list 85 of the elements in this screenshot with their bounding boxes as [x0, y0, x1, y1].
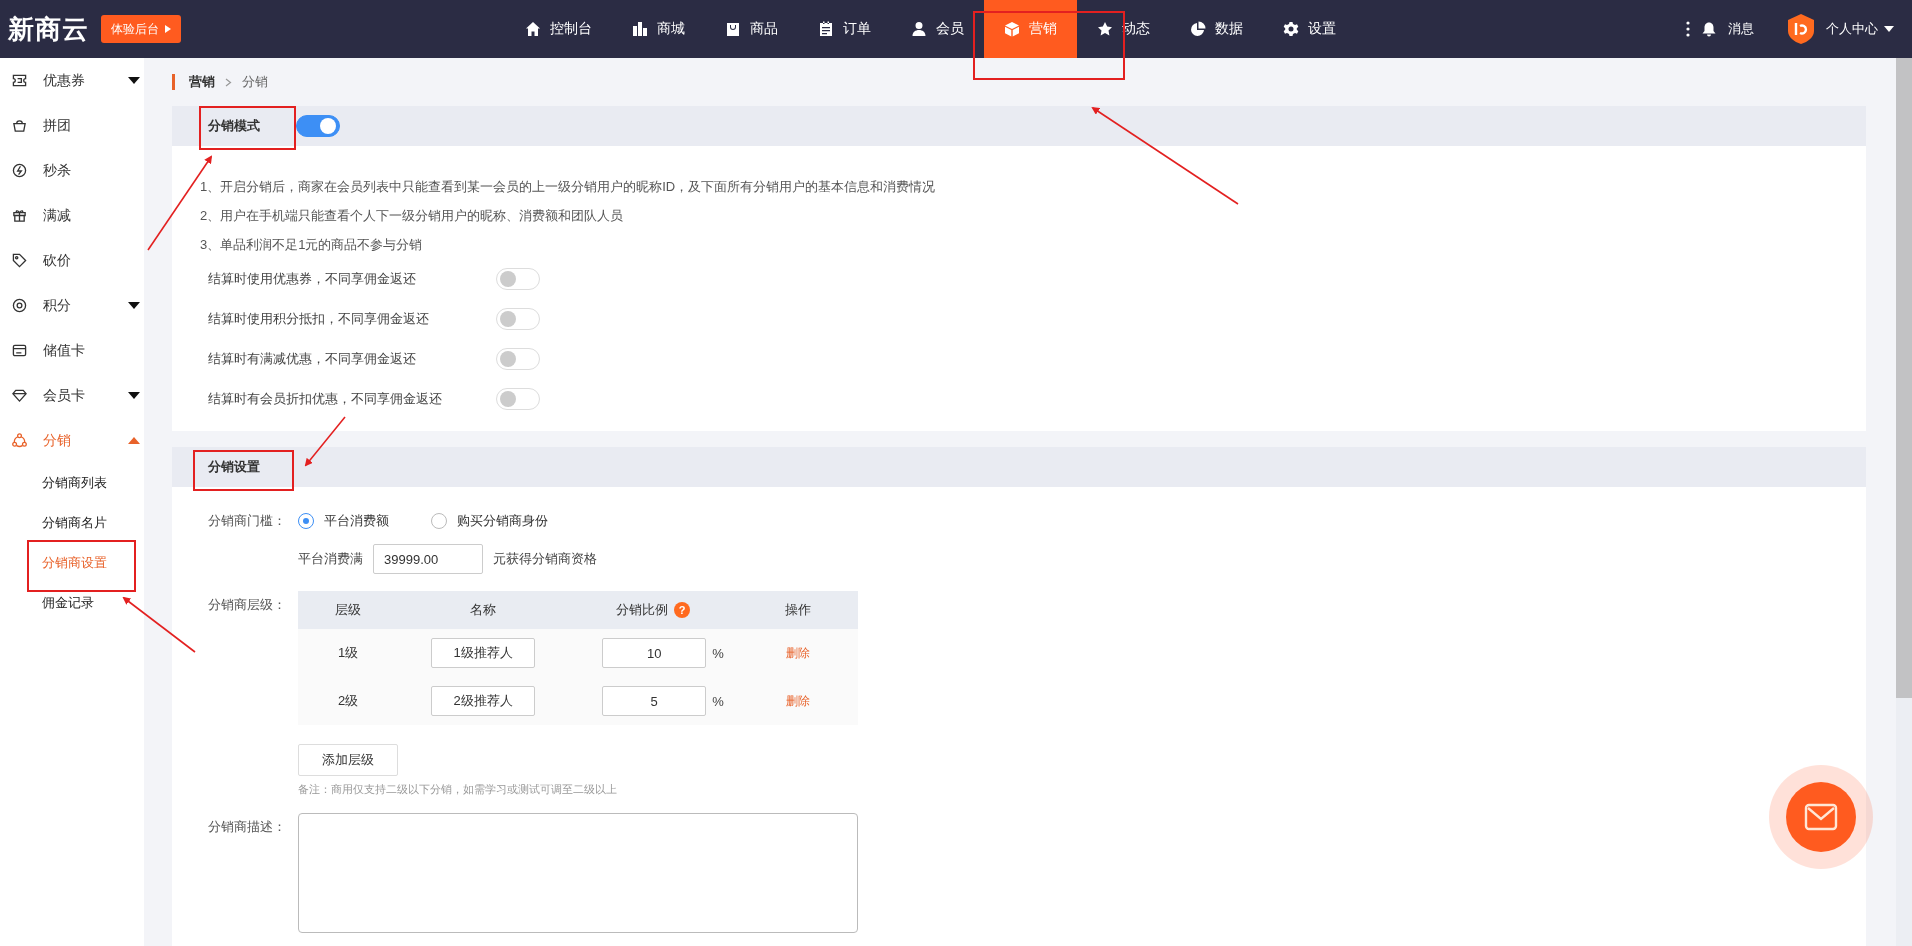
name-input[interactable]: 2级推荐人: [431, 686, 535, 716]
box-icon: [1004, 21, 1020, 37]
unit-label: %: [712, 645, 724, 661]
amount-input[interactable]: 39999.00: [373, 544, 483, 574]
bell-icon[interactable]: [1702, 21, 1716, 37]
sidebar-item[interactable]: 优惠券: [0, 58, 144, 103]
table-cell: 2级: [337, 692, 359, 710]
breadcrumb-separator: [225, 77, 232, 87]
nav-tab[interactable]: 会员: [891, 0, 984, 58]
nav-tab[interactable]: 控制台: [505, 0, 612, 58]
sidebar-subitem[interactable]: 分销商列表: [0, 463, 144, 503]
sidebar-subitem[interactable]: 分销商设置: [0, 543, 144, 583]
option-label: 结算时使用优惠券，不同享佣金返还: [208, 270, 417, 288]
sidebar-item[interactable]: 秒杀: [0, 148, 144, 193]
section-title: 分销模式: [208, 117, 260, 135]
column-header: 名称: [470, 601, 496, 619]
column-header: 分销比例: [616, 601, 668, 619]
annotation-arrow: [304, 416, 346, 467]
doc-icon: [818, 21, 834, 37]
sidebar-item[interactable]: 分销: [0, 418, 144, 463]
option-label: 结算时使用积分抵扣，不同享佣金返还: [208, 310, 430, 328]
ratio-input[interactable]: 10: [602, 638, 707, 668]
basket-icon: [12, 118, 27, 133]
nav-tab[interactable]: 数据: [1170, 0, 1263, 58]
caret-icon: [1884, 26, 1894, 32]
ratio-input[interactable]: 5: [602, 686, 707, 716]
share-icon: [12, 433, 27, 448]
radio-option[interactable]: 平台消费额: [298, 512, 389, 530]
nav-tab[interactable]: 设置: [1263, 0, 1356, 58]
shop-icon: [632, 21, 648, 37]
sidebar-subitem[interactable]: 佣金记录: [0, 583, 144, 623]
add-level-button[interactable]: 添加层级: [298, 744, 398, 776]
description-textarea[interactable]: [298, 813, 858, 933]
toggle-switch[interactable]: [296, 115, 340, 137]
unit-label: %: [712, 693, 724, 709]
star-icon: [1097, 21, 1113, 37]
logo[interactable]: 新商云: [8, 11, 89, 47]
breadcrumb-link[interactable]: 分销: [242, 73, 268, 91]
user-center-menu[interactable]: 个人中心: [1826, 20, 1894, 38]
ticket-icon: [12, 73, 27, 88]
sidebar-item[interactable]: 砍价: [0, 238, 144, 283]
hint-text: 备注：商用仅支持二级以下分销，如需学习或测试可调至二级以上: [298, 782, 618, 797]
option-label: 结算时有满减优惠，不同享佣金返还: [208, 350, 417, 368]
breadcrumb-link[interactable]: 营销: [189, 73, 215, 91]
option-label: 结算时有会员折扣优惠，不同享佣金返还: [208, 390, 443, 408]
tag-icon: [12, 253, 27, 268]
column-header: 操作: [785, 601, 811, 619]
radio-option[interactable]: 购买分销商身份: [431, 512, 548, 530]
column-header: 层级: [335, 601, 361, 619]
info-text: 1、开启分销后，商家在会员列表中只能查看到某一会员的上一级分销用户的昵称ID，及下面所有分销用户的基本信息和消费情况: [200, 178, 937, 196]
sidebar-subitem[interactable]: 分销商名片: [0, 503, 144, 543]
nav-tab[interactable]: 订单: [798, 0, 891, 58]
field-label: 元获得分销商资格: [493, 550, 597, 568]
nav-tab[interactable]: 商品: [705, 0, 798, 58]
table-cell: 1级: [337, 644, 359, 662]
field-label: 平台消费满: [298, 550, 363, 568]
home-icon: [525, 21, 541, 37]
name-input[interactable]: 1级推荐人: [431, 638, 535, 668]
field-label: 分销商描述：: [207, 818, 287, 836]
bag-icon: [725, 21, 741, 37]
bolt-icon: [12, 163, 27, 178]
gift-icon: [12, 208, 27, 223]
field-label: 分销商层级：: [207, 596, 287, 614]
sidebar-item[interactable]: 拼团: [0, 103, 144, 148]
diamond-icon: [12, 388, 27, 403]
info-text: 3、单品利润不足1元的商品不参与分销: [200, 236, 424, 254]
sidebar-item[interactable]: 会员卡: [0, 373, 144, 418]
sidebar-item[interactable]: 储值卡: [0, 328, 144, 373]
card-icon: [12, 343, 27, 358]
envelope-icon: [1804, 803, 1838, 831]
avatar-icon: [1788, 14, 1814, 44]
section-title: 分销设置: [208, 458, 260, 476]
pie-icon: [1190, 21, 1206, 37]
sidebar-item[interactable]: 积分: [0, 283, 144, 328]
coin-icon: [12, 298, 27, 313]
more-icon[interactable]: [1686, 21, 1690, 37]
user-icon: [911, 21, 927, 37]
play-icon: [165, 25, 171, 33]
info-text: 2、用户在手机端只能查看个人下一级分销用户的昵称、消费额和团队人员: [200, 207, 625, 225]
gear-icon: [1283, 21, 1299, 37]
messages-link[interactable]: 消息: [1728, 20, 1754, 38]
scrollbar[interactable]: [1896, 58, 1912, 946]
nav-tab[interactable]: 商城: [612, 0, 705, 58]
field-label: 分销商门槛：: [207, 512, 287, 530]
sidebar-item[interactable]: 满减: [0, 193, 144, 238]
